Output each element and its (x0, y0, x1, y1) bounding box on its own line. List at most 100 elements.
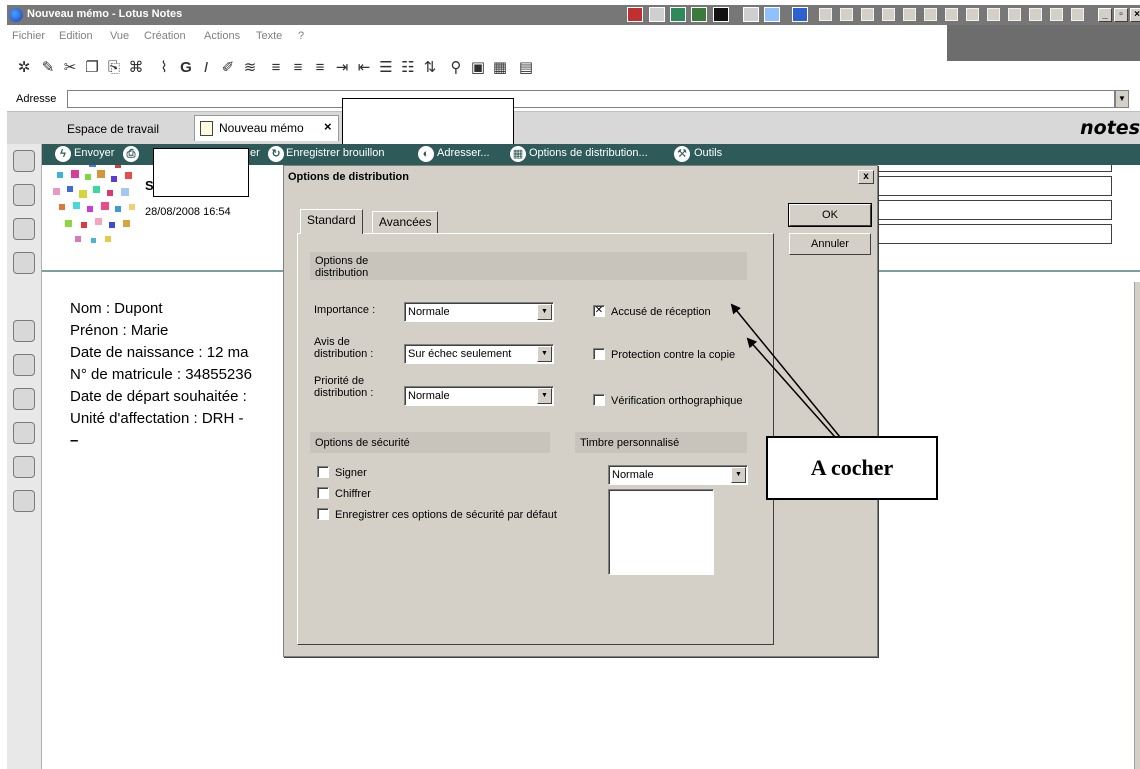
todo-bookmark-icon[interactable] (13, 252, 35, 274)
taskbar-window-button[interactable] (1029, 8, 1042, 21)
media-icon[interactable] (713, 7, 729, 22)
link-icon[interactable]: ⚲ (447, 59, 465, 77)
send-and-save-button[interactable]: er (250, 147, 260, 159)
contacts-bookmark-icon[interactable] (13, 218, 35, 240)
calendar-bookmark-icon[interactable] (13, 184, 35, 206)
search-icon[interactable] (743, 7, 759, 22)
close-tab-icon[interactable]: × (324, 119, 332, 134)
tools-button[interactable]: Outils (694, 147, 722, 159)
tab-advanced[interactable]: Avancées (372, 211, 439, 233)
bcc-field[interactable] (875, 200, 1112, 220)
save-draft-button[interactable]: Enregistrer brouillon (268, 147, 384, 159)
scissors-icon[interactable]: ✂ (61, 59, 79, 77)
align-right-icon[interactable]: ≡ (311, 59, 329, 77)
send-button[interactable]: Envoyer (74, 147, 114, 159)
save-security-default-label[interactable]: Enregistrer ces options de sécurité par … (335, 509, 557, 521)
delivery-notice-select[interactable]: Sur échec seulement ▼ (404, 344, 554, 364)
taskbar-window-button[interactable] (945, 8, 958, 21)
taskbar-window-button[interactable] (1071, 8, 1084, 21)
delivery-priority-select[interactable]: Normale ▼ (404, 386, 554, 406)
menu-vue[interactable]: Vue (110, 30, 129, 42)
copy-protection-checkbox[interactable] (593, 348, 605, 360)
tab-standard[interactable]: Standard (300, 209, 363, 234)
chevron-down-icon[interactable]: ▼ (537, 304, 552, 320)
app-window-icon[interactable] (691, 7, 707, 22)
internet-explorer-icon[interactable] (764, 7, 780, 22)
restore-button[interactable]: ▫ (1114, 8, 1128, 22)
picture-icon[interactable]: ▦ (491, 59, 509, 77)
numbered-list-icon[interactable]: ☷ (399, 59, 417, 77)
indent-icon[interactable]: ⇥ (333, 59, 351, 77)
stamp-select[interactable]: Normale ▼ (608, 465, 748, 485)
taskbar-window-button[interactable] (903, 8, 916, 21)
tab-workspace[interactable]: Espace de travail (67, 122, 159, 136)
copy-protection-label[interactable]: Protection contre la copie (611, 349, 735, 361)
receipt-checkbox[interactable]: ✕ (593, 305, 605, 317)
encrypt-checkbox[interactable] (317, 487, 329, 499)
spell-check-label[interactable]: Vérification orthographique (611, 395, 742, 407)
chevron-down-icon[interactable]: ▼ (731, 467, 746, 483)
attach-icon[interactable]: ⌇ (155, 59, 173, 77)
copy-icon[interactable]: ❐ (83, 59, 101, 77)
tool-icon[interactable]: ✎ (39, 59, 57, 77)
folder-bookmark-icon[interactable] (13, 422, 35, 444)
browser-icon[interactable] (792, 7, 808, 22)
menu-help[interactable]: ? (298, 30, 304, 42)
address-button[interactable]: Adresser... (437, 147, 490, 159)
text-style-icon[interactable]: ≋ (241, 59, 259, 77)
favorites-bookmark-icon[interactable] (13, 354, 35, 376)
close-window-button[interactable]: × (1130, 8, 1140, 22)
excel-icon[interactable] (670, 7, 686, 22)
stamp-listbox[interactable] (608, 489, 714, 575)
align-left-icon[interactable]: ≡ (267, 59, 285, 77)
bold-icon[interactable]: G (177, 59, 195, 77)
menu-creation[interactable]: Création (144, 30, 186, 42)
importance-select[interactable]: Normale ▼ (404, 302, 554, 322)
sort-icon[interactable]: ⇅ (421, 59, 439, 77)
menu-actions[interactable]: Actions (204, 30, 240, 42)
taskbar-window-button[interactable] (861, 8, 874, 21)
bullet-list-icon[interactable]: ☰ (377, 59, 395, 77)
italic-icon[interactable]: I (197, 59, 215, 77)
delivery-options-button[interactable]: Options de distribution... (529, 147, 648, 159)
sign-checkbox[interactable] (317, 466, 329, 478)
subject-field[interactable] (875, 224, 1112, 244)
taskbar-window-button[interactable] (987, 8, 1000, 21)
taskbar-window-button[interactable] (840, 8, 853, 21)
tab-new-memo[interactable]: Nouveau mémo × (194, 115, 339, 141)
menu-fichier[interactable]: Fichier (12, 30, 45, 42)
vertical-scrollbar[interactable] (1134, 282, 1140, 769)
menu-texte[interactable]: Texte (256, 30, 282, 42)
cancel-button[interactable]: Annuler (789, 233, 871, 255)
format-painter-icon[interactable]: ⌘ (127, 59, 145, 77)
outdent-icon[interactable]: ⇤ (355, 59, 373, 77)
help-icon[interactable] (649, 7, 665, 22)
table-icon[interactable]: ▤ (517, 59, 535, 77)
databases-bookmark-icon[interactable] (13, 388, 35, 410)
ok-button[interactable]: OK (788, 203, 872, 227)
chevron-down-icon[interactable]: ▼ (537, 388, 552, 404)
minimize-button[interactable]: _ (1098, 8, 1112, 22)
receipt-label[interactable]: Accusé de réception (611, 306, 711, 318)
align-center-icon[interactable]: ≡ (289, 59, 307, 77)
notes-bookmark-icon[interactable] (13, 490, 35, 512)
spell-check-icon[interactable]: ▣ (469, 59, 487, 77)
dialog-titlebar[interactable]: Options de distribution x (284, 166, 877, 186)
highlight-icon[interactable]: ✐ (219, 59, 237, 77)
taskbar-window-button[interactable] (819, 8, 832, 21)
cc-field[interactable] (875, 176, 1112, 196)
taskbar-app-icon[interactable] (627, 7, 643, 22)
replicator-bookmark-icon[interactable] (13, 320, 35, 342)
menu-edition[interactable]: Edition (59, 30, 93, 42)
sign-label[interactable]: Signer (335, 467, 367, 479)
chevron-down-icon[interactable]: ▼ (537, 346, 552, 362)
history-bookmark-icon[interactable] (13, 456, 35, 478)
paste-icon[interactable]: ⎘ (105, 59, 123, 77)
taskbar-window-button[interactable] (882, 8, 895, 21)
taskbar-window-button[interactable] (1050, 8, 1063, 21)
address-input[interactable] (67, 90, 1115, 108)
dialog-close-button[interactable]: x (858, 170, 874, 184)
taskbar-window-button[interactable] (1008, 8, 1021, 21)
encrypt-label[interactable]: Chiffrer (335, 488, 371, 500)
save-security-default-checkbox[interactable] (317, 508, 329, 520)
